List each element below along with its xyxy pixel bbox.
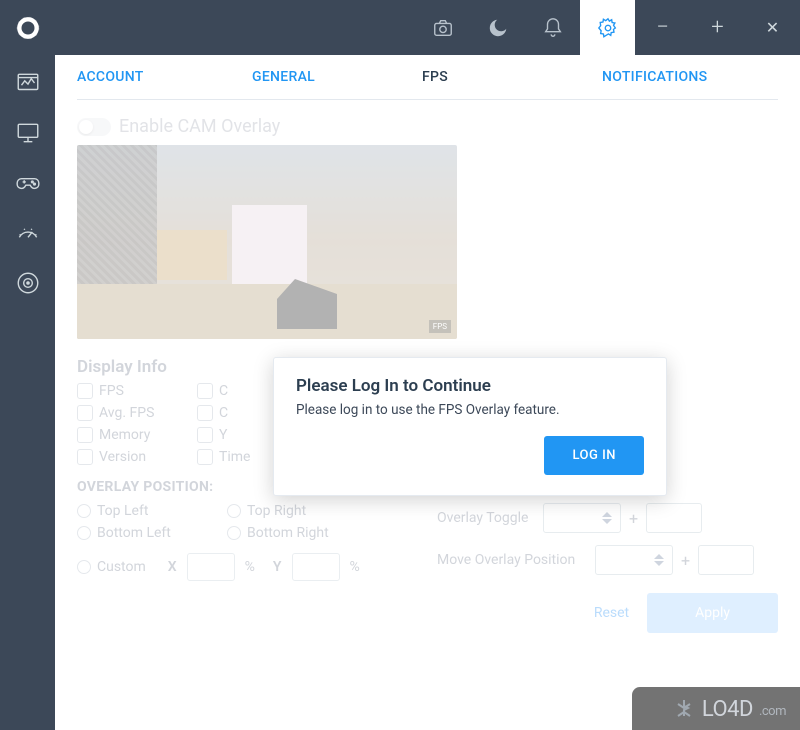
apply-button[interactable]: Apply xyxy=(647,593,778,633)
app-logo xyxy=(0,15,55,41)
radio-bottom-right[interactable]: Bottom Right xyxy=(227,525,377,541)
radio-custom[interactable]: Custom xyxy=(77,559,146,575)
checkbox-fps[interactable]: FPS xyxy=(77,383,197,399)
radio-top-left[interactable]: Top Left xyxy=(77,503,227,519)
moon-icon[interactable] xyxy=(470,0,525,55)
sidebar-item-dashboard[interactable] xyxy=(14,69,42,97)
tab-notifications[interactable]: NOTIFICATIONS xyxy=(602,69,707,85)
move-overlay-key-input[interactable] xyxy=(698,545,754,575)
shortcut-overlay-toggle-row: Overlay Toggle + xyxy=(437,503,778,533)
sidebar-item-build[interactable] xyxy=(14,269,42,297)
tab-general[interactable]: GENERAL xyxy=(252,69,422,85)
login-modal: Please Log In to Continue Please log in … xyxy=(273,357,667,496)
custom-y-input[interactable] xyxy=(292,553,340,581)
plus-icon-1: + xyxy=(629,509,638,528)
sidebar xyxy=(0,55,55,730)
overlay-position-radios: Top Left Top Right Bottom Left Bottom Ri… xyxy=(77,503,397,541)
tab-fps[interactable]: FPS xyxy=(422,69,602,85)
main-container: ACCOUNT GENERAL FPS NOTIFICATIONS Enable… xyxy=(0,55,800,730)
settings-icon[interactable] xyxy=(580,0,635,55)
checkbox-avg-fps[interactable]: Avg. FPS xyxy=(77,405,197,421)
x-label: X xyxy=(168,559,177,575)
modal-body: Please log in to use the FPS Overlay fea… xyxy=(296,402,644,418)
overlay-toggle-key-input[interactable] xyxy=(646,503,702,533)
bell-icon[interactable] xyxy=(525,0,580,55)
watermark-text: LO4D xyxy=(702,697,753,722)
enable-overlay-toggle-row: Enable CAM Overlay xyxy=(77,116,778,137)
window-maximize-button[interactable]: + xyxy=(690,0,745,55)
radio-bottom-left[interactable]: Bottom Left xyxy=(77,525,227,541)
sidebar-item-overclock[interactable] xyxy=(14,219,42,247)
plus-icon-2: + xyxy=(681,551,690,570)
enable-overlay-toggle[interactable] xyxy=(77,118,111,136)
enable-overlay-label: Enable CAM Overlay xyxy=(119,116,280,137)
overlay-toggle-modifier-select[interactable] xyxy=(543,503,621,533)
watermark-suffix: .com xyxy=(759,704,786,719)
action-buttons: Reset Apply xyxy=(437,593,778,633)
window-minimize-button[interactable]: − xyxy=(635,0,690,55)
custom-x-input[interactable] xyxy=(187,553,235,581)
radio-top-right[interactable]: Top Right xyxy=(227,503,377,519)
content-area: ACCOUNT GENERAL FPS NOTIFICATIONS Enable… xyxy=(55,55,800,730)
tab-bar: ACCOUNT GENERAL FPS NOTIFICATIONS xyxy=(77,55,778,100)
checkbox-version[interactable]: Version xyxy=(77,449,197,465)
titlebar: − + ✕ xyxy=(0,0,800,55)
overlay-preview-image: FPS xyxy=(77,145,457,339)
modal-title: Please Log In to Continue xyxy=(296,376,644,396)
reset-button[interactable]: Reset xyxy=(594,605,629,621)
window-close-button[interactable]: ✕ xyxy=(745,0,800,55)
checkbox-memory[interactable]: Memory xyxy=(77,427,197,443)
sidebar-item-games[interactable] xyxy=(14,169,42,197)
camera-icon[interactable] xyxy=(415,0,470,55)
login-button[interactable]: LOG IN xyxy=(544,436,644,475)
tab-account[interactable]: ACCOUNT xyxy=(77,69,252,85)
move-overlay-modifier-select[interactable] xyxy=(595,545,673,575)
watermark: LO4D .com xyxy=(632,687,800,730)
shortcut-move-overlay-row: Move Overlay Position + xyxy=(437,545,778,575)
percent-label-2: % xyxy=(350,559,360,575)
sidebar-item-monitor[interactable] xyxy=(14,119,42,147)
y-label: Y xyxy=(273,559,282,575)
overlay-position-custom-row: Custom X % Y % xyxy=(77,553,397,581)
percent-label-1: % xyxy=(245,559,255,575)
